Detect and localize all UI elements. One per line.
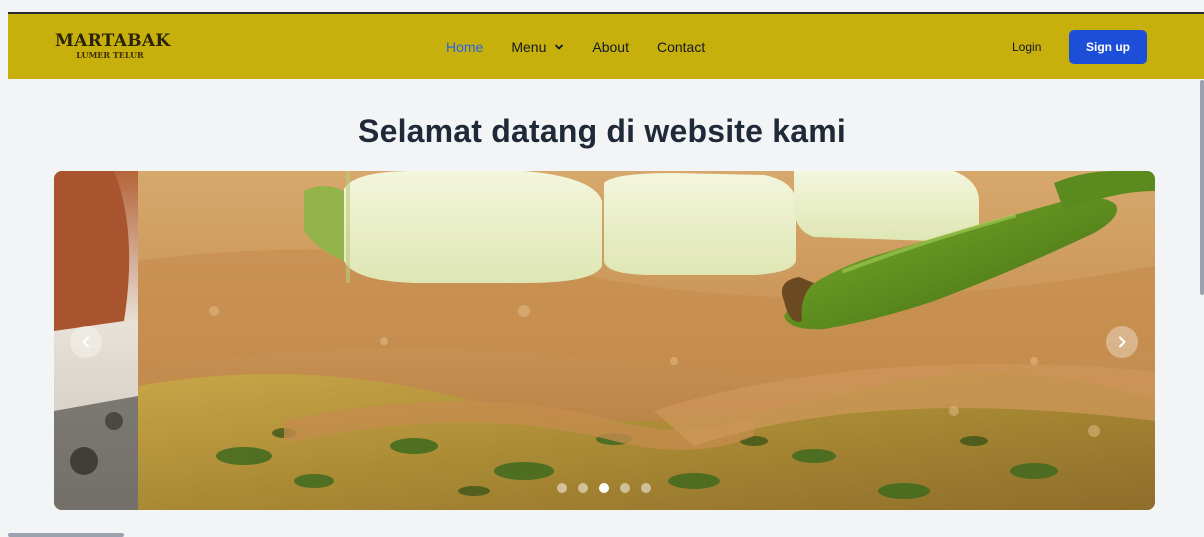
carousel-indicator-dot[interactable] — [620, 483, 630, 493]
chevron-down-icon — [555, 44, 564, 49]
nav-item-menu[interactable]: Menu — [511, 39, 564, 55]
nav-item-menu-label: Menu — [511, 38, 547, 55]
carousel-indicator-dot[interactable] — [578, 483, 588, 493]
nav-item-home[interactable]: Home — [446, 39, 483, 55]
chevron-left-icon — [82, 336, 90, 348]
brand-logo[interactable]: MARTABAK LUMER TELUR — [55, 31, 171, 60]
carousel-indicator-dot[interactable] — [641, 483, 651, 493]
carousel-slide-image — [54, 171, 1155, 510]
brand-name: MARTABAK — [55, 31, 171, 51]
nav-links: Home Menu About Contact — [446, 14, 733, 79]
carousel-prev-button[interactable] — [70, 326, 102, 358]
carousel-indicator-dot[interactable] — [599, 483, 609, 493]
carousel-indicators — [557, 483, 662, 493]
image-carousel — [54, 171, 1155, 510]
vertical-scrollbar-thumb[interactable] — [1200, 80, 1204, 295]
nav-item-about[interactable]: About — [592, 39, 629, 55]
chevron-right-icon — [1118, 336, 1126, 348]
browser-viewport: MARTABAK LUMER TELUR Home Menu About Con… — [0, 0, 1204, 537]
horizontal-scrollbar-thumb[interactable] — [8, 533, 124, 537]
signup-button[interactable]: Sign up — [1069, 30, 1147, 64]
navbar: MARTABAK LUMER TELUR Home Menu About Con… — [8, 14, 1204, 79]
nav-item-contact[interactable]: Contact — [657, 39, 705, 55]
carousel-indicator-dot[interactable] — [557, 483, 567, 493]
login-link[interactable]: Login — [1012, 14, 1041, 79]
page-title: Selamat datang di website kami — [358, 113, 846, 149]
brand-tagline: LUMER TELUR — [76, 50, 144, 60]
carousel-next-button[interactable] — [1106, 326, 1138, 358]
